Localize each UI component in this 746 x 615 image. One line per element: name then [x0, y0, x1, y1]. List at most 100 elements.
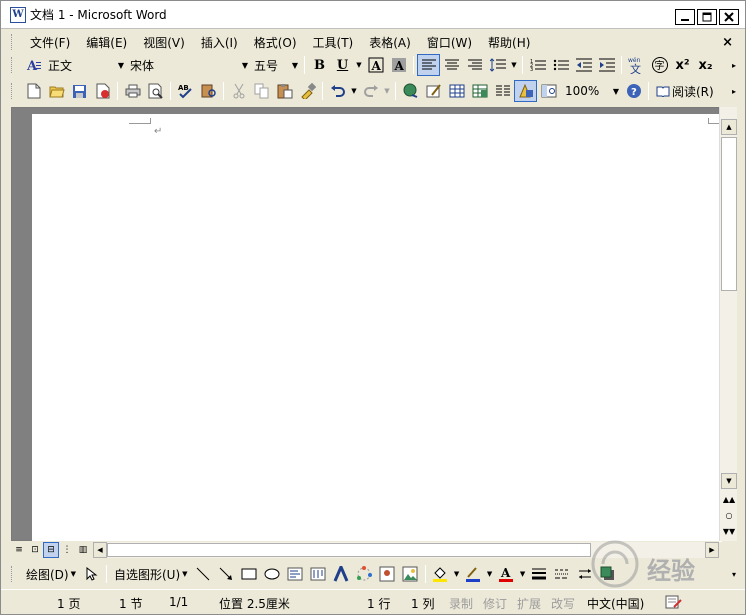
subscript-button[interactable]: x₂ [694, 54, 717, 76]
menubar-grip[interactable] [11, 34, 14, 50]
status-record-macro[interactable]: 录制 [449, 595, 473, 612]
redo-dropdown-icon[interactable]: ▼ [382, 80, 392, 102]
draw-menu-button[interactable]: 绘图(D) ▼ [22, 563, 80, 585]
cut-button[interactable] [227, 80, 250, 102]
numbering-button[interactable]: 123 [526, 54, 549, 76]
autoshapes-button[interactable]: 自选图形(U) ▼ [110, 563, 192, 585]
align-right-button[interactable] [463, 54, 486, 76]
format-painter-button[interactable] [296, 80, 319, 102]
align-center-button[interactable] [440, 54, 463, 76]
horizontal-scroll-thumb[interactable] [107, 543, 591, 557]
zoom-select[interactable]: 100% ▼ [562, 81, 622, 101]
rectangle-tool-button[interactable] [238, 563, 261, 585]
enclose-characters-button[interactable]: 字 [648, 54, 671, 76]
style-select[interactable]: 正文 ▼ [45, 55, 127, 75]
line-color-button[interactable] [462, 563, 485, 585]
bullets-button[interactable] [549, 54, 572, 76]
research-button[interactable] [197, 80, 220, 102]
increase-indent-button[interactable] [595, 54, 618, 76]
line-style-button[interactable] [528, 563, 551, 585]
tables-borders-button[interactable] [422, 80, 445, 102]
maximize-button[interactable] [697, 9, 717, 25]
status-extend[interactable]: 扩展 [517, 595, 541, 612]
char-shading-button[interactable]: A [387, 54, 410, 76]
redo-button[interactable] [359, 80, 382, 102]
menu-table[interactable]: 表格(A) [361, 34, 419, 51]
reading-layout-view-button[interactable]: ▥ [75, 542, 91, 558]
select-browse-object-button[interactable]: ○ [720, 507, 738, 523]
menu-help[interactable]: 帮助(H) [480, 34, 538, 51]
vertical-text-box-button[interactable] [307, 563, 330, 585]
insert-hyperlink-button[interactable] [399, 80, 422, 102]
undo-button[interactable] [326, 80, 349, 102]
font-color-dropdown-icon[interactable]: ▼ [518, 563, 528, 585]
print-preview-button[interactable] [144, 80, 167, 102]
font-color-button[interactable]: A [495, 563, 518, 585]
columns-button[interactable] [491, 80, 514, 102]
insert-picture-button[interactable] [399, 563, 422, 585]
permission-button[interactable] [91, 80, 114, 102]
status-track-changes[interactable]: 修订 [483, 595, 507, 612]
menu-edit[interactable]: 编辑(E) [78, 34, 135, 51]
line-spacing-dropdown-icon[interactable]: ▼ [509, 54, 519, 76]
toolbar-grip[interactable] [11, 57, 14, 73]
phonetic-guide-button[interactable]: wén 文 [625, 54, 648, 76]
new-document-button[interactable] [22, 80, 45, 102]
paste-button[interactable] [273, 80, 296, 102]
open-button[interactable] [45, 80, 68, 102]
menu-window[interactable]: 窗口(W) [419, 34, 480, 51]
underline-dropdown-icon[interactable]: ▼ [354, 54, 364, 76]
select-objects-button[interactable] [80, 563, 103, 585]
dash-style-button[interactable] [551, 563, 574, 585]
insert-table-button[interactable] [445, 80, 468, 102]
undo-dropdown-icon[interactable]: ▼ [349, 80, 359, 102]
vertical-scrollbar[interactable]: ▲ ▼ ▲▲ ○ ▼▼ [719, 107, 737, 541]
close-button[interactable] [719, 9, 739, 25]
previous-page-button[interactable]: ▲▲ [720, 491, 738, 507]
toolbar-grip[interactable] [11, 83, 14, 99]
line-color-dropdown-icon[interactable]: ▼ [485, 563, 495, 585]
menu-file[interactable]: 文件(F) [22, 34, 78, 51]
toolbar-grip[interactable] [11, 566, 14, 582]
document-page[interactable]: ↵ [32, 114, 722, 542]
minimize-button[interactable] [675, 9, 695, 25]
scroll-up-arrow[interactable]: ▲ [721, 119, 737, 135]
menu-view[interactable]: 视图(V) [135, 34, 193, 51]
document-area[interactable]: ↵ [11, 107, 722, 542]
diagram-button[interactable] [353, 563, 376, 585]
decrease-indent-button[interactable] [572, 54, 595, 76]
font-size-select[interactable]: 五号 ▼ [251, 55, 301, 75]
save-button[interactable] [68, 80, 91, 102]
help-button[interactable]: ? [622, 80, 645, 102]
fill-color-button[interactable] [429, 563, 452, 585]
word-app-icon[interactable]: W [10, 6, 26, 23]
wordart-button[interactable] [330, 563, 353, 585]
print-layout-view-button[interactable]: ⊟ [43, 542, 59, 558]
status-language[interactable]: 中文(中国) [587, 595, 644, 612]
align-left-button[interactable] [417, 54, 440, 76]
spelling-status-icon[interactable] [665, 595, 683, 612]
spelling-grammar-button[interactable]: AB [174, 80, 197, 102]
insert-excel-button[interactable] [468, 80, 491, 102]
outline-view-button[interactable]: ⋮ [59, 542, 75, 558]
status-overtype[interactable]: 改写 [551, 595, 575, 612]
bold-button[interactable]: B [308, 54, 331, 76]
char-border-button[interactable]: A [364, 54, 387, 76]
document-close-button[interactable]: × [722, 35, 733, 50]
line-tool-button[interactable] [192, 563, 215, 585]
menu-format[interactable]: 格式(O) [246, 34, 305, 51]
superscript-button[interactable]: x² [671, 54, 694, 76]
read-button[interactable]: 阅读(R) [652, 80, 718, 102]
arrow-tool-button[interactable] [215, 563, 238, 585]
print-button[interactable] [121, 80, 144, 102]
copy-button[interactable] [250, 80, 273, 102]
fill-color-dropdown-icon[interactable]: ▼ [452, 563, 462, 585]
drawing-toggle-button[interactable] [514, 80, 537, 102]
web-layout-view-button[interactable]: ⊡ [27, 542, 43, 558]
scroll-left-arrow[interactable]: ◀ [93, 542, 107, 558]
menu-insert[interactable]: 插入(I) [193, 34, 246, 51]
oval-tool-button[interactable] [261, 563, 284, 585]
document-map-button[interactable] [537, 80, 560, 102]
font-select[interactable]: 宋体 ▼ [127, 55, 251, 75]
line-spacing-button[interactable] [486, 54, 509, 76]
